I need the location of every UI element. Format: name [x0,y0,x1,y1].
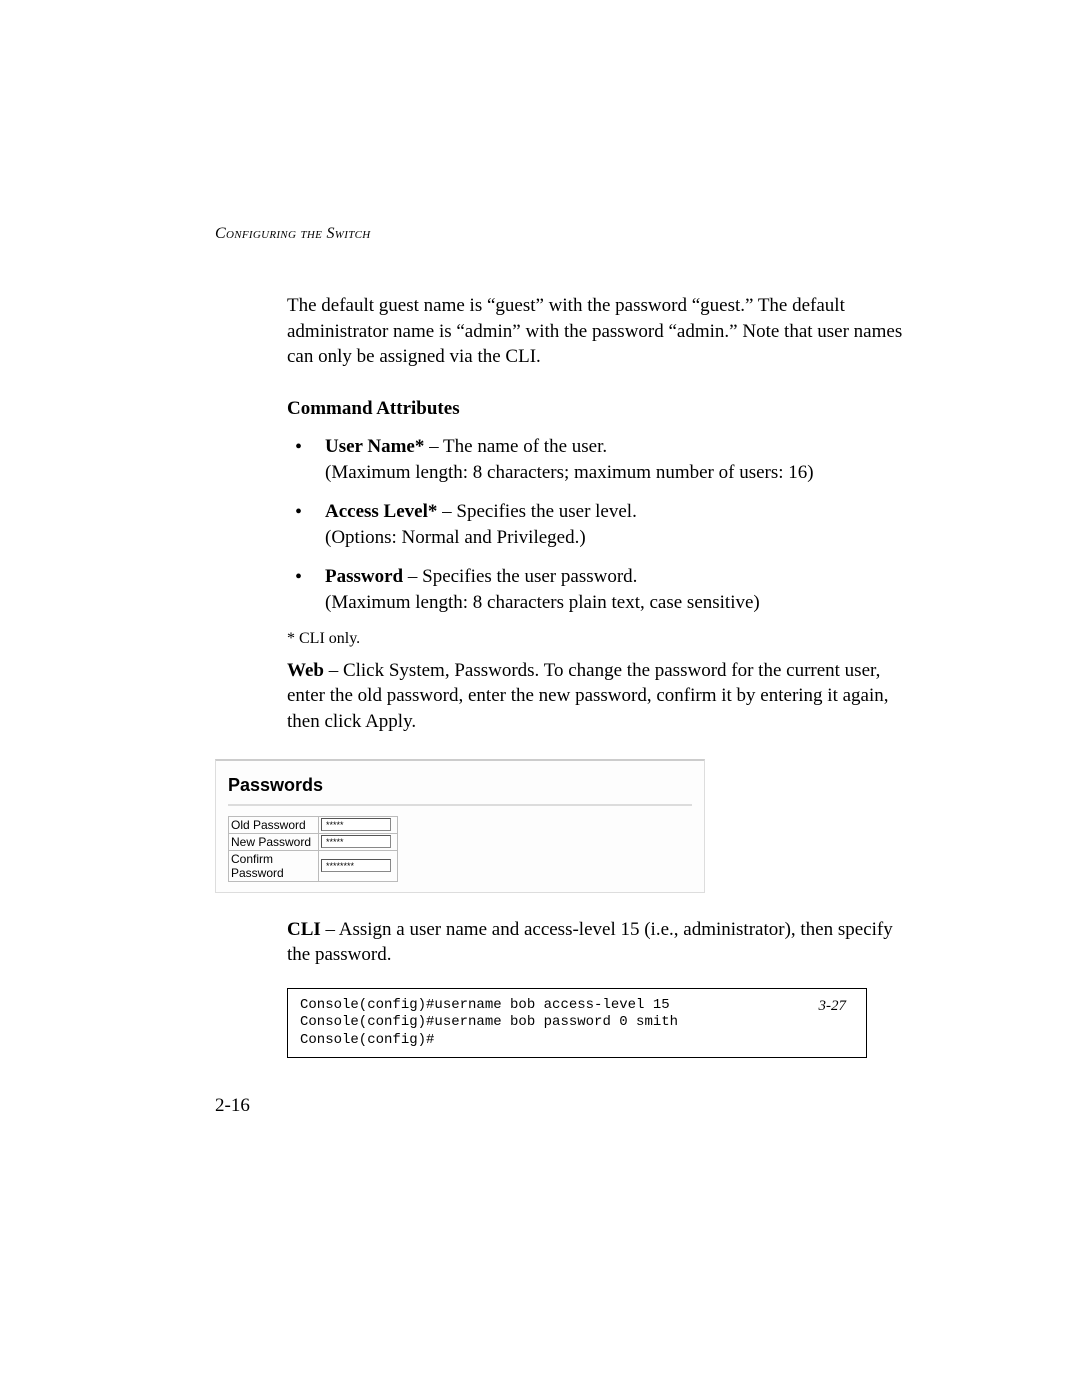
web-paragraph: Web – Click System, Passwords. To change… [287,658,907,735]
confirm-password-label: Confirm Password [229,850,319,881]
new-password-input[interactable]: ***** [321,835,391,848]
cell: ******** [319,850,398,881]
new-password-label: New Password [229,833,319,850]
confirm-password-input[interactable]: ******** [321,859,391,872]
cell: ***** [319,816,398,833]
attr-desc: – Specifies the user level. [437,501,636,522]
web-label: Web [287,660,324,681]
passwords-screenshot: Passwords Old Password ***** New Passwor… [215,759,705,893]
list-item: Password – Specifies the user password. … [317,564,907,615]
running-header: Configuring the Switch [215,225,935,243]
attr-term: Access Level* [325,501,437,522]
list-item: User Name* – The name of the user. (Maxi… [317,434,907,485]
web-text: – Click System, Passwords. To change the… [287,660,889,732]
cell: ***** [319,833,398,850]
old-password-input[interactable]: ***** [321,818,391,831]
attr-term: User Name* [325,436,424,457]
table-row: Old Password ***** [229,816,398,833]
cli-line: Console(config)# [300,1032,854,1050]
table-row: Confirm Password ******** [229,850,398,881]
attribute-list: User Name* – The name of the user. (Maxi… [317,434,907,616]
cli-line: Console(config)#username bob password 0 … [300,1014,854,1032]
intro-paragraph: The default guest name is “guest” with t… [287,293,907,370]
attr-note: (Options: Normal and Privileged.) [325,527,586,548]
cli-label: CLI [287,919,321,940]
list-item: Access Level* – Specifies the user level… [317,499,907,550]
section-heading: Command Attributes [287,398,907,420]
cli-reference: 3-27 [819,997,847,1016]
divider [228,804,692,806]
password-table: Old Password ***** New Password ***** Co… [228,816,398,882]
cli-line: Console(config)#username bob access-leve… [300,997,854,1015]
screenshot-title: Passwords [228,775,692,796]
cli-text: – Assign a user name and access-level 15… [287,919,893,966]
cli-paragraph: CLI – Assign a user name and access-leve… [287,917,907,968]
table-row: New Password ***** [229,833,398,850]
page-number: 2-16 [215,1095,250,1117]
attr-note: (Maximum length: 8 characters; maximum n… [325,462,814,483]
old-password-label: Old Password [229,816,319,833]
cli-code-box: 3-27 Console(config)#username bob access… [287,988,867,1059]
attr-note: (Maximum length: 8 characters plain text… [325,592,760,613]
attr-desc: – Specifies the user password. [403,566,637,587]
footnote: * CLI only. [287,630,907,648]
attr-desc: – The name of the user. [424,436,607,457]
attr-term: Password [325,566,403,587]
